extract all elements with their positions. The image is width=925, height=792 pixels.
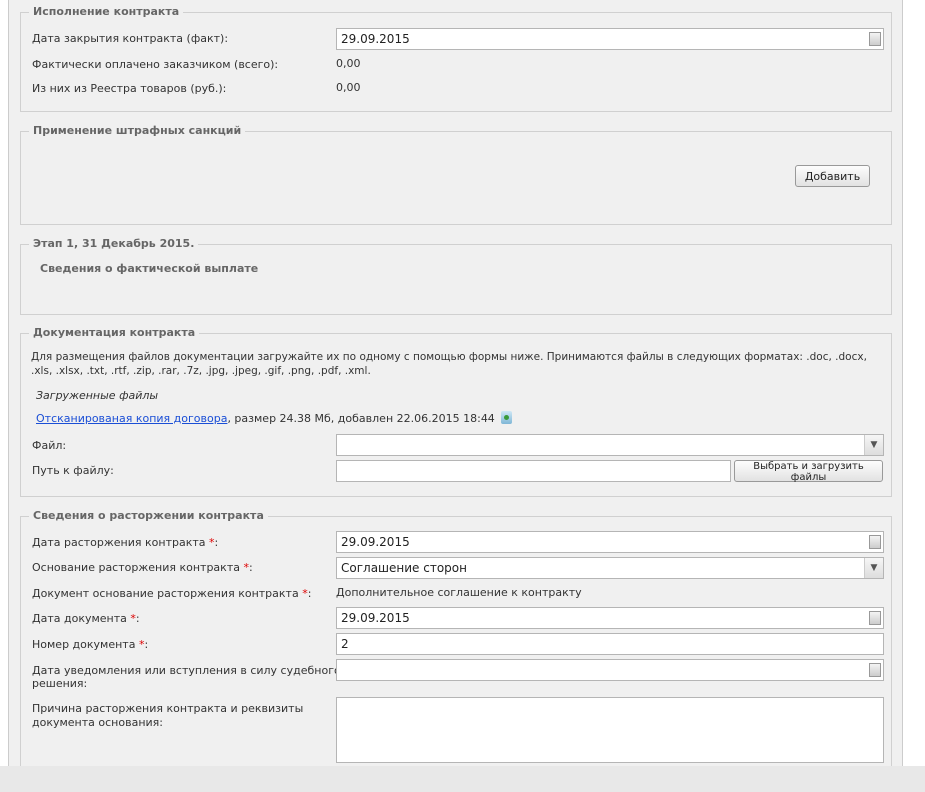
fieldset-stage: Этап 1, 31 Декабрь 2015.	[20, 237, 892, 315]
calendar-icon[interactable]	[869, 535, 881, 549]
delete-file-icon[interactable]	[501, 411, 513, 424]
paid-value: 0,00	[336, 57, 361, 70]
doc-num-input[interactable]: 2	[336, 633, 884, 655]
close-date-input[interactable]: 29.09.2015	[336, 28, 884, 50]
reason-label-1: Причина расторжения контракта и реквизит…	[32, 702, 304, 715]
termination-date-label: Дата расторжения контракта *:	[32, 536, 219, 549]
file-label: Файл:	[32, 439, 67, 452]
notice-label-1: Дата уведомления или вступления в силу с…	[32, 664, 341, 677]
basis-select[interactable]: Соглашение сторон ▼	[336, 557, 884, 579]
legend: Этап 1, 31 Декабрь 2015.	[29, 237, 199, 250]
doc-date-input[interactable]: 29.09.2015	[336, 607, 884, 629]
calendar-icon[interactable]	[869, 611, 881, 625]
file-select[interactable]: ▼	[336, 434, 884, 456]
legend: Исполнение контракта	[29, 5, 184, 18]
add-penalty-button[interactable]: Добавить	[795, 165, 870, 187]
reason-textarea[interactable]	[336, 697, 884, 763]
calendar-icon[interactable]	[869, 663, 881, 677]
close-date-value: 29.09.2015	[341, 32, 410, 46]
path-input[interactable]	[336, 460, 731, 482]
doc-basis-label: Документ основание расторжения контракта…	[32, 587, 312, 600]
registry-label: Из них из Реестра товаров (руб.):	[32, 82, 227, 95]
stage-subtitle: Сведения о фактической выплате	[40, 262, 259, 275]
bottom-bar	[0, 766, 925, 792]
reason-label-2: документа основания:	[32, 716, 163, 729]
file-link[interactable]: Отсканированая копия договора	[36, 412, 227, 425]
termination-date-value: 29.09.2015	[341, 535, 410, 549]
doc-num-value: 2	[341, 637, 349, 651]
doc-date-value: 29.09.2015	[341, 611, 410, 625]
basis-value: Соглашение сторон	[341, 561, 467, 575]
basis-label: Основание расторжения контракта *:	[32, 561, 253, 574]
calendar-icon[interactable]	[869, 32, 881, 46]
doc-num-label: Номер документа *:	[32, 638, 149, 651]
paid-label: Фактически оплачено заказчиком (всего):	[32, 58, 279, 71]
chevron-down-icon[interactable]: ▼	[864, 558, 883, 578]
doc-basis-value: Дополнительное соглашение к контракту	[336, 586, 582, 599]
doc-date-label: Дата документа *:	[32, 612, 140, 625]
legend: Сведения о расторжении контракта	[29, 509, 268, 522]
notice-label-2: решения:	[32, 677, 88, 690]
close-date-label: Дата закрытия контракта (факт):	[32, 32, 229, 45]
uploaded-files-title: Загруженные файлы	[36, 389, 159, 402]
path-label: Путь к файлу:	[32, 464, 114, 477]
upload-files-button[interactable]: Выбрать и загрузить файлы	[734, 460, 883, 483]
file-meta: , размер 24.38 Мб, добавлен 22.06.2015 1…	[227, 412, 495, 425]
chevron-down-icon[interactable]: ▼	[864, 435, 883, 455]
legend: Применение штрафных санкций	[29, 124, 246, 137]
docs-info-line1: Для размещения файлов документации загру…	[31, 351, 867, 363]
legend: Документация контракта	[29, 326, 200, 339]
termination-date-input[interactable]: 29.09.2015	[336, 531, 884, 553]
registry-value: 0,00	[336, 81, 361, 94]
docs-info-line2: .xls, .xlsx, .txt, .rtf, .zip, .rar, .7z…	[31, 365, 371, 377]
fieldset-penalties: Применение штрафных санкций	[20, 124, 892, 225]
notice-date-input[interactable]	[336, 659, 884, 681]
